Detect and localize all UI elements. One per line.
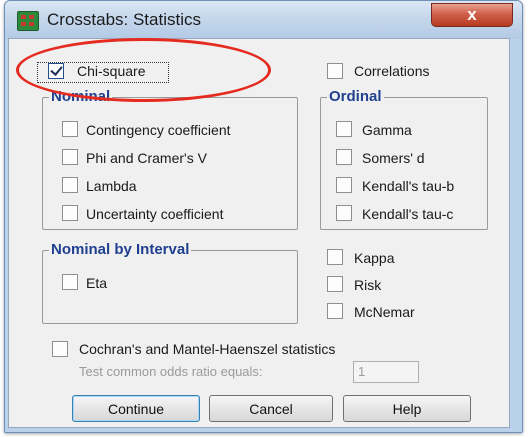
- lambda-checkbox[interactable]: [62, 177, 78, 193]
- nominal-by-interval-legend: Nominal by Interval: [49, 241, 192, 258]
- kappa-label[interactable]: Kappa: [354, 250, 394, 266]
- correlations-checkbox[interactable]: [327, 63, 343, 79]
- gamma-label[interactable]: Gamma: [362, 122, 412, 138]
- phi-cramers-v-checkbox[interactable]: [62, 149, 78, 165]
- title-bar[interactable]: Crosstabs: Statistics x: [5, 1, 522, 39]
- kendalls-tau-b-label[interactable]: Kendall's tau-b: [362, 178, 454, 194]
- mcnemar-checkbox[interactable]: [327, 303, 343, 319]
- risk-label[interactable]: Risk: [354, 277, 381, 293]
- uncertainty-coefficient-label[interactable]: Uncertainty coefficient: [86, 206, 223, 222]
- contingency-coefficient-checkbox[interactable]: [62, 121, 78, 137]
- correlations-label[interactable]: Correlations: [354, 63, 429, 79]
- nominal-by-interval-group: [42, 250, 298, 324]
- odds-ratio-label: Test common odds ratio equals:: [79, 364, 263, 379]
- ordinal-legend: Ordinal: [327, 88, 384, 105]
- help-button[interactable]: Help: [343, 395, 471, 422]
- mcnemar-label[interactable]: McNemar: [354, 304, 415, 320]
- cochrans-mantel-haenszel-checkbox[interactable]: [52, 341, 68, 357]
- somers-d-label[interactable]: Somers' d: [362, 150, 425, 166]
- eta-label[interactable]: Eta: [86, 275, 107, 291]
- kendalls-tau-b-checkbox[interactable]: [336, 177, 352, 193]
- eta-checkbox[interactable]: [62, 274, 78, 290]
- close-button[interactable]: x: [431, 3, 513, 27]
- kendalls-tau-c-checkbox[interactable]: [336, 205, 352, 221]
- risk-checkbox[interactable]: [327, 276, 343, 292]
- gamma-checkbox[interactable]: [336, 121, 352, 137]
- uncertainty-coefficient-checkbox[interactable]: [62, 205, 78, 221]
- cochrans-mantel-haenszel-label[interactable]: Cochran's and Mantel-Haenszel statistics: [79, 341, 335, 357]
- window-title: Crosstabs: Statistics: [47, 10, 201, 29]
- cancel-button[interactable]: Cancel: [209, 395, 333, 422]
- somers-d-checkbox[interactable]: [336, 149, 352, 165]
- odds-ratio-input[interactable]: 1: [353, 361, 419, 383]
- contingency-coefficient-label[interactable]: Contingency coefficient: [86, 122, 231, 138]
- annotation-highlight-ellipse: [16, 38, 271, 102]
- continue-button[interactable]: Continue: [72, 395, 200, 422]
- close-icon: x: [467, 5, 477, 24]
- spss-crosstabs-icon: [17, 11, 39, 31]
- kendalls-tau-c-label[interactable]: Kendall's tau-c: [362, 206, 453, 222]
- kappa-checkbox[interactable]: [327, 249, 343, 265]
- lambda-label[interactable]: Lambda: [86, 178, 137, 194]
- phi-cramers-v-label[interactable]: Phi and Cramer's V: [86, 150, 207, 166]
